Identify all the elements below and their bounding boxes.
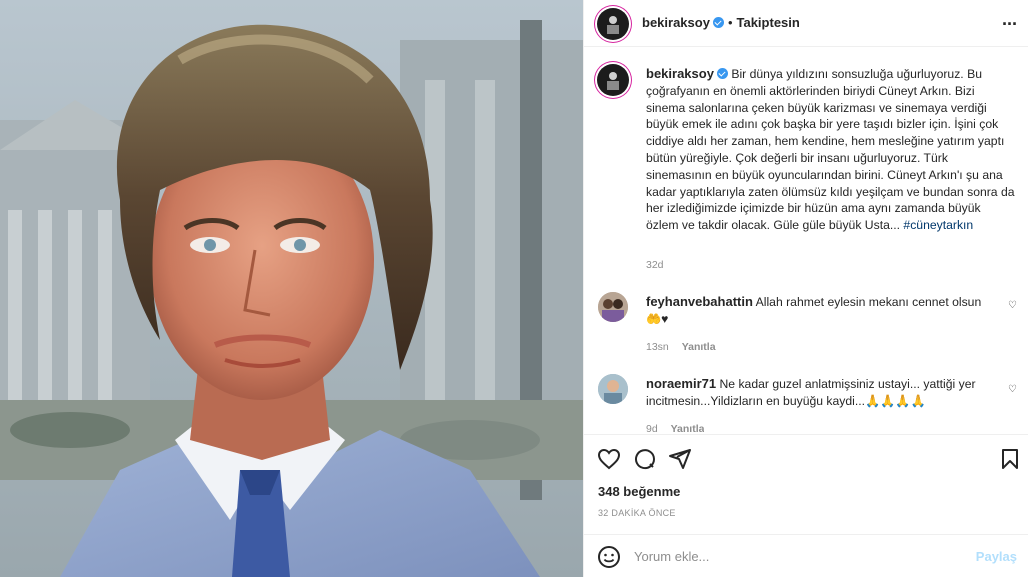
- share-icon[interactable]: [668, 447, 692, 471]
- comment-age: 9d: [646, 423, 658, 433]
- author-avatar[interactable]: [597, 8, 629, 40]
- caption-avatar[interactable]: [597, 64, 629, 96]
- verified-icon: [716, 68, 728, 79]
- verified-icon: [712, 17, 724, 28]
- like-count[interactable]: 348 beğenme: [598, 484, 680, 499]
- caption-username[interactable]: bekiraksoy: [646, 66, 714, 81]
- comment-avatar[interactable]: [598, 292, 628, 322]
- separator-dot: •: [727, 15, 733, 30]
- person-photo-icon: [598, 374, 628, 404]
- couple-photo-icon: [598, 292, 628, 322]
- more-icon[interactable]: ···: [1002, 14, 1018, 35]
- caption-hashtag[interactable]: #cüneytarkın: [903, 218, 973, 232]
- comment-like-icon[interactable]: ♡: [1008, 300, 1018, 311]
- action-bar: [584, 434, 1028, 435]
- header-user-line: bekiraksoy • Takiptesin: [642, 14, 800, 32]
- post-header: bekiraksoy • Takiptesin ···: [584, 0, 1028, 47]
- reply-button[interactable]: Yanıtla: [671, 423, 705, 433]
- comment-like-icon[interactable]: ♡: [1008, 384, 1018, 395]
- post-time: 32 DAKİKA ÖNCE: [598, 508, 676, 518]
- comment-input[interactable]: Yorum ekle...: [634, 549, 709, 564]
- comment-item: noraemir71 Ne kadar guzel anlatmişsiniz …: [646, 376, 986, 409]
- comment-username[interactable]: feyhanvebahattin: [646, 294, 753, 309]
- caption-age: 32d: [646, 259, 664, 271]
- follow-status[interactable]: Takiptesin: [737, 15, 800, 30]
- portrait-photo: [0, 0, 583, 577]
- post-caption: bekiraksoy Bir dünya yıldızını sonsuzluğ…: [646, 66, 1016, 234]
- caption-text: Bir dünya yıldızını sonsuzluğa uğurluyor…: [646, 67, 1015, 233]
- comment-icon[interactable]: [633, 447, 657, 471]
- heart-icon[interactable]: [597, 447, 621, 471]
- post-image[interactable]: [0, 0, 583, 577]
- comment-item: feyhanvebahattin Allah rahmet eylesin me…: [646, 294, 986, 327]
- comment-composer: Yorum ekle... Paylaş: [584, 534, 1028, 578]
- avatar-figure-icon: [607, 72, 619, 90]
- reply-button[interactable]: Yanıtla: [682, 341, 716, 353]
- comment-username[interactable]: noraemir71: [646, 376, 716, 391]
- comment-age: 13sn: [646, 341, 669, 353]
- comment-meta: 13sn Yanıtla: [646, 341, 716, 353]
- author-username[interactable]: bekiraksoy: [642, 15, 710, 30]
- emoji-icon[interactable]: [597, 545, 621, 569]
- bookmark-icon[interactable]: [998, 447, 1022, 471]
- post-comment-button[interactable]: Paylaş: [976, 549, 1017, 564]
- comment-meta: 9d Yanıtla: [646, 423, 704, 433]
- comment-avatar[interactable]: [598, 374, 628, 404]
- post-detail-panel: bekiraksoy • Takiptesin ··· bekiraksoy Bir…: [583, 0, 1028, 577]
- avatar-figure-icon: [607, 16, 619, 34]
